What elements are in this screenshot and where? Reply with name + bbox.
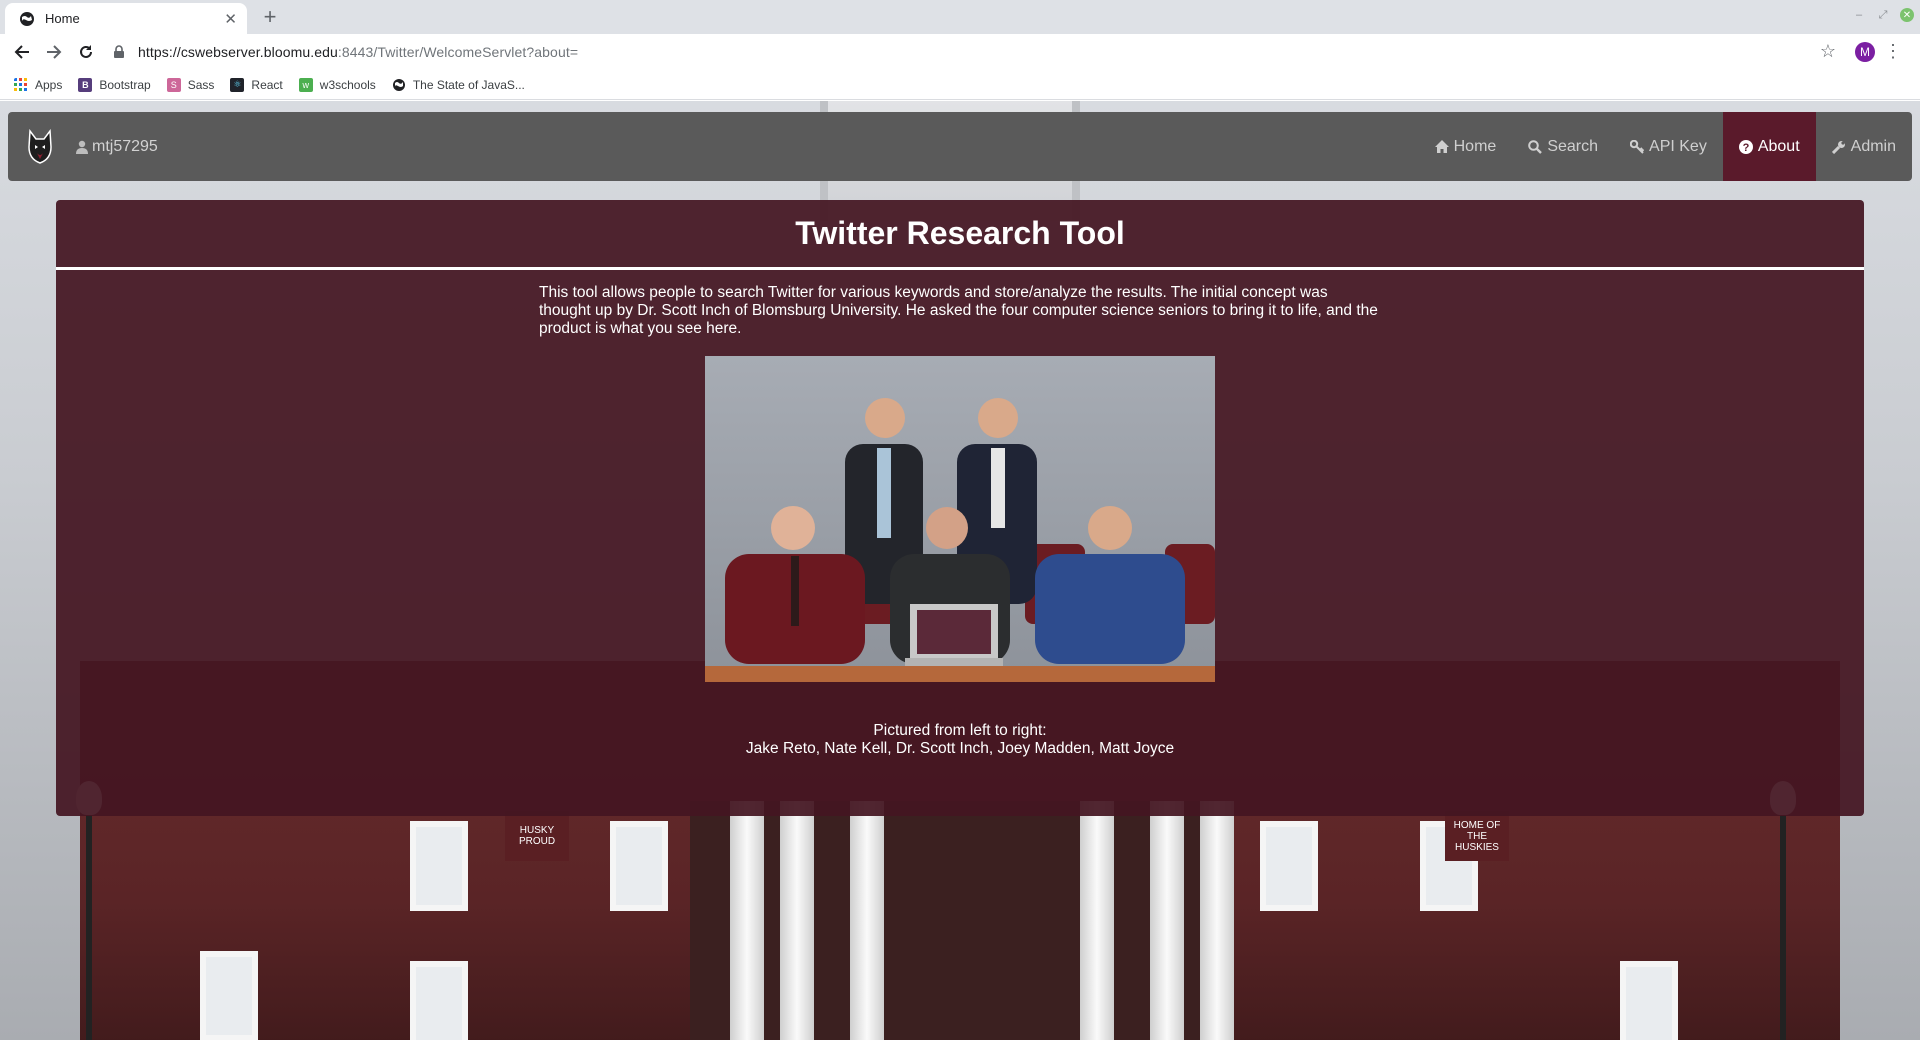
lock-icon bbox=[114, 45, 124, 58]
nav-home[interactable]: Home bbox=[1419, 112, 1513, 181]
nav-admin[interactable]: Admin bbox=[1816, 112, 1912, 181]
bg-column bbox=[780, 801, 814, 1040]
bookmark-label: w3schools bbox=[319, 77, 376, 92]
tab-strip: Home ✕ + – ⤢ ✕ bbox=[0, 0, 1920, 34]
bg-column bbox=[850, 801, 884, 1040]
new-tab-icon[interactable]: + bbox=[258, 5, 282, 29]
window-controls: – ⤢ ✕ bbox=[1852, 8, 1914, 22]
lamp-post bbox=[76, 781, 102, 1040]
bootstrap-icon: B bbox=[78, 77, 93, 92]
browser-toolbar: https://cswebserver.bloomu.edu:8443/Twit… bbox=[0, 34, 1920, 70]
bg-column bbox=[1150, 801, 1184, 1040]
w3schools-icon: w bbox=[298, 77, 313, 92]
page-viewport: HUSKY PROUD HOME OF THE HUSKIES mtj57295… bbox=[0, 101, 1920, 1040]
bg-column bbox=[1200, 801, 1234, 1040]
key-icon bbox=[1630, 139, 1645, 154]
caption-line-2: Jake Reto, Nate Kell, Dr. Scott Inch, Jo… bbox=[745, 740, 1175, 757]
bg-window bbox=[410, 821, 468, 911]
bookmark-label: Apps bbox=[35, 77, 63, 92]
bg-column bbox=[1080, 801, 1114, 1040]
apps-grid-icon bbox=[14, 77, 27, 91]
nav-menu: Home Search API Key ? About Admin bbox=[1419, 112, 1912, 181]
caption-line-1: Pictured from left to right: bbox=[873, 722, 1047, 739]
nav-about-label: About bbox=[1757, 137, 1800, 155]
page-title: Twitter Research Tool bbox=[795, 215, 1125, 251]
bookmark-bootstrap[interactable]: B Bootstrap bbox=[78, 77, 151, 92]
team-photo bbox=[705, 356, 1215, 682]
forward-arrow-icon[interactable] bbox=[42, 40, 66, 64]
about-panel: Twitter Research Tool This tool allows p… bbox=[56, 200, 1864, 816]
search-icon bbox=[1528, 139, 1543, 154]
minimize-icon[interactable]: – bbox=[1852, 8, 1866, 22]
bg-window bbox=[610, 821, 668, 911]
reload-icon[interactable] bbox=[74, 40, 98, 64]
back-arrow-icon[interactable] bbox=[10, 40, 34, 64]
photo-caption: Pictured from left to right: Jake Reto, … bbox=[56, 722, 1864, 758]
husky-logo-icon bbox=[28, 128, 52, 164]
bookmark-react[interactable]: ⚛ React bbox=[230, 77, 283, 92]
profile-avatar[interactable]: M bbox=[1855, 42, 1875, 62]
about-description: This tool allows people to search Twitte… bbox=[539, 284, 1378, 337]
bookmark-label: Bootstrap bbox=[99, 77, 151, 92]
svg-text:?: ? bbox=[1742, 142, 1749, 154]
bookmark-label: Sass bbox=[187, 77, 215, 92]
url-host: https://cswebserver.bloomu.edu bbox=[138, 44, 338, 60]
globe-icon bbox=[20, 11, 34, 26]
bookmark-label: The State of JavaS... bbox=[412, 77, 525, 92]
globe-icon bbox=[392, 78, 405, 91]
menu-kebab-icon[interactable]: ⋮ bbox=[1884, 41, 1902, 62]
maximize-icon[interactable]: ⤢ bbox=[1876, 8, 1890, 22]
nav-about[interactable]: ? About bbox=[1722, 112, 1816, 181]
close-tab-icon[interactable]: ✕ bbox=[224, 10, 237, 28]
url-text: https://cswebserver.bloomu.edu:8443/Twit… bbox=[138, 44, 578, 60]
bookmark-sass[interactable]: S Sass bbox=[166, 77, 215, 92]
address-bar[interactable]: https://cswebserver.bloomu.edu:8443/Twit… bbox=[112, 39, 1812, 65]
nav-search-label: Search bbox=[1547, 137, 1599, 155]
nav-home-label: Home bbox=[1453, 137, 1497, 155]
bg-column bbox=[730, 801, 764, 1040]
bg-window bbox=[410, 961, 468, 1040]
home-icon bbox=[1434, 140, 1449, 153]
bg-window bbox=[200, 951, 258, 1040]
bookmarks-bar: Apps B Bootstrap S Sass ⚛ React w w3scho… bbox=[0, 70, 1920, 100]
username: mtj57295 bbox=[92, 137, 158, 155]
nav-admin-label: Admin bbox=[1850, 137, 1896, 155]
wrench-icon bbox=[1831, 140, 1845, 154]
tab-title: Home bbox=[45, 11, 80, 26]
nav-api-key[interactable]: API Key bbox=[1614, 112, 1723, 181]
home-of-huskies-banner: HOME OF THE HUSKIES bbox=[1445, 811, 1509, 861]
question-icon: ? bbox=[1738, 139, 1753, 154]
close-window-icon[interactable]: ✕ bbox=[1900, 8, 1914, 22]
bookmark-apps[interactable]: Apps bbox=[14, 77, 63, 92]
panel-header: Twitter Research Tool bbox=[56, 200, 1864, 270]
browser-tab[interactable]: Home ✕ bbox=[5, 3, 247, 34]
site-navbar: mtj57295 Home Search API Key ? About Adm… bbox=[8, 112, 1912, 181]
husky-proud-banner: HUSKY PROUD bbox=[505, 811, 569, 861]
bookmark-state-of-js[interactable]: The State of JavaS... bbox=[392, 78, 525, 92]
bg-window bbox=[1260, 821, 1318, 911]
sass-icon: S bbox=[166, 77, 181, 92]
bookmark-label: React bbox=[251, 77, 283, 92]
nav-api-key-label: API Key bbox=[1649, 137, 1707, 155]
url-path: :8443/Twitter/WelcomeServlet?about= bbox=[337, 44, 579, 60]
user-icon bbox=[76, 140, 88, 154]
bookmark-star-icon[interactable]: ☆ bbox=[1820, 41, 1836, 62]
bg-window bbox=[1620, 961, 1678, 1040]
lamp-post bbox=[1770, 781, 1796, 1040]
nav-search[interactable]: Search bbox=[1512, 112, 1614, 181]
bookmark-w3schools[interactable]: w w3schools bbox=[298, 77, 376, 92]
react-icon: ⚛ bbox=[230, 77, 245, 92]
bg-porch bbox=[690, 801, 1230, 1040]
husky-logo[interactable] bbox=[14, 112, 66, 181]
current-user[interactable]: mtj57295 bbox=[76, 138, 158, 156]
